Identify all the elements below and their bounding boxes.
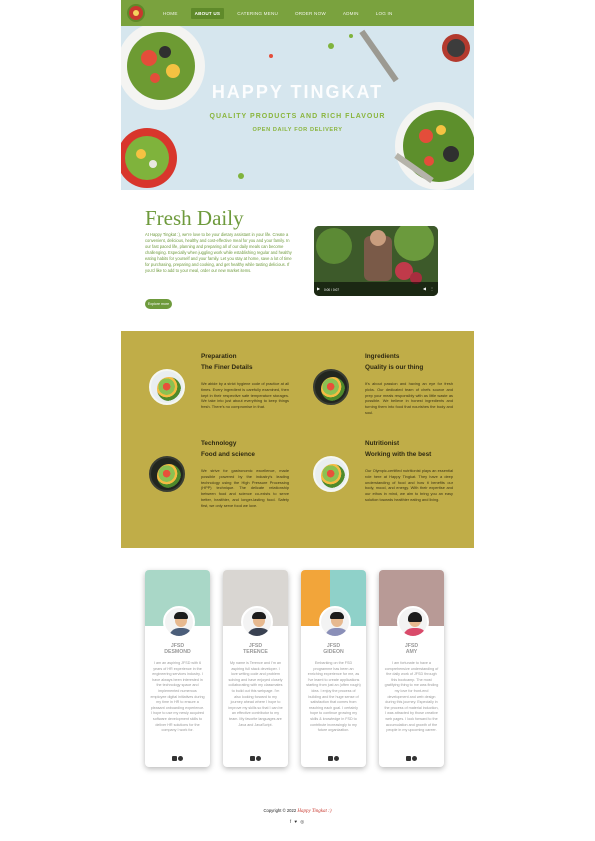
member-bio: I am an aspiring JFSD with 6 years of HR… xyxy=(150,661,205,733)
avatar xyxy=(397,606,429,638)
more-options-icon[interactable]: ⋮ xyxy=(430,286,434,291)
copyright: Copyright © 2022 Happy Tingkat :) xyxy=(121,808,474,814)
salad-plate-image xyxy=(313,456,349,492)
copyright-text: Copyright © 2022 xyxy=(263,808,297,813)
avatar xyxy=(319,606,351,638)
salad-plate-image xyxy=(149,456,185,492)
feature-subtitle: Quality is our thing xyxy=(365,364,424,371)
page: HOME ABOUT US CATERING MENU ORDER NOW AD… xyxy=(0,0,595,841)
linkedin-icon[interactable] xyxy=(250,756,255,762)
play-icon[interactable]: ▶ xyxy=(317,286,320,291)
feature-title: Ingredients xyxy=(365,353,400,360)
member-bio: Embarking on the FSD programme has been … xyxy=(306,661,361,733)
nav-about-us[interactable]: ABOUT US xyxy=(190,7,225,19)
nav-order-now[interactable]: ORDER NOW xyxy=(291,8,330,19)
footer-brand: Happy Tingkat :) xyxy=(297,809,332,814)
top-navbar: HOME ABOUT US CATERING MENU ORDER NOW AD… xyxy=(121,0,474,26)
nav-admin[interactable]: ADMIN xyxy=(339,8,363,19)
feature-title: Technology xyxy=(201,440,237,447)
github-icon[interactable] xyxy=(178,756,183,762)
hero-tagline: OPEN DAILY FOR DELIVERY xyxy=(252,127,343,133)
nav-catering-menu[interactable]: CATERING MENU xyxy=(233,8,282,19)
linkedin-icon[interactable] xyxy=(328,756,333,762)
feature-text: It's about passion and having an eye for… xyxy=(365,381,453,415)
linkedin-icon[interactable] xyxy=(406,756,411,762)
member-name: DESMOND xyxy=(164,649,191,655)
volume-icon[interactable]: ◀ xyxy=(423,286,426,291)
github-icon[interactable] xyxy=(412,756,417,762)
feature-subtitle: Food and science xyxy=(201,451,255,458)
linkedin-icon[interactable] xyxy=(172,756,177,762)
nav-log-in[interactable]: LOG IN xyxy=(372,8,397,19)
feature-subtitle: Working with the best xyxy=(365,451,432,458)
member-bio: I am fortunate to have a comprehensive u… xyxy=(384,661,439,733)
fresh-daily-title: Fresh Daily xyxy=(145,206,244,230)
feature-subtitle: The Finer Details xyxy=(201,364,253,371)
feature-text: We strive for gastronomic excellence, ma… xyxy=(201,468,289,508)
salad-plate-image xyxy=(149,369,185,405)
hero-banner: HAPPY TINGKAT QUALITY PRODUCTS AND RICH … xyxy=(121,26,474,190)
avatar xyxy=(241,606,273,638)
social-links xyxy=(223,756,288,762)
video-time: 0:00 / 0:07 xyxy=(324,288,340,292)
explore-more-button[interactable]: Explore more xyxy=(145,299,172,309)
hero-subtitle: QUALITY PRODUCTS AND RICH FLAVOUR xyxy=(209,113,386,120)
team-card-amy: JFSD AMY I am fortunate to have a compre… xyxy=(379,570,444,767)
member-name: GIDEON xyxy=(323,649,344,655)
member-bio: My name is Terence and I'm an aspiring f… xyxy=(228,661,283,727)
feature-title: Preparation xyxy=(201,353,237,360)
github-icon[interactable] xyxy=(334,756,339,762)
hero-food-image xyxy=(121,26,474,190)
nav-home[interactable]: HOME xyxy=(159,8,182,19)
feature-title: Nutritionist xyxy=(365,440,400,447)
features-section: Preparation The Finer Details We abide b… xyxy=(121,331,474,548)
footer: Copyright © 2022 Happy Tingkat :) f ♥ ◎ xyxy=(121,808,474,838)
team-section: JFSD DESMOND I am an aspiring JFSD with … xyxy=(121,548,474,778)
member-name: AMY xyxy=(405,649,418,655)
team-card-gideon: JFSD GIDEON Embarking on the FSD program… xyxy=(301,570,366,767)
social-links xyxy=(379,756,444,762)
fresh-daily-text: At Happy Tingkat :), we're love to be yo… xyxy=(145,232,292,273)
brand-logo[interactable] xyxy=(127,4,145,22)
team-card-terence: JFSD TERENCE My name is Terence and I'm … xyxy=(223,570,288,767)
member-name: TERENCE xyxy=(243,649,268,655)
footer-social-icons[interactable]: f ♥ ◎ xyxy=(121,819,474,825)
social-links xyxy=(301,756,366,762)
social-links xyxy=(145,756,210,762)
feature-text: We abide by a strict hygiene code of pra… xyxy=(201,381,289,410)
github-icon[interactable] xyxy=(256,756,261,762)
hero-title: HAPPY TINGKAT xyxy=(211,82,384,102)
team-card-desmond: JFSD DESMOND I am an aspiring JFSD with … xyxy=(145,570,210,767)
video-player[interactable]: ▶ 0:00 / 0:07 ◀ ⋮ xyxy=(314,226,438,296)
feature-text: Our Olympic-certified nutritionist plays… xyxy=(365,468,453,502)
fresh-daily-section: Fresh Daily At Happy Tingkat :), we're l… xyxy=(121,190,474,331)
avatar xyxy=(163,606,195,638)
salad-plate-image xyxy=(313,369,349,405)
